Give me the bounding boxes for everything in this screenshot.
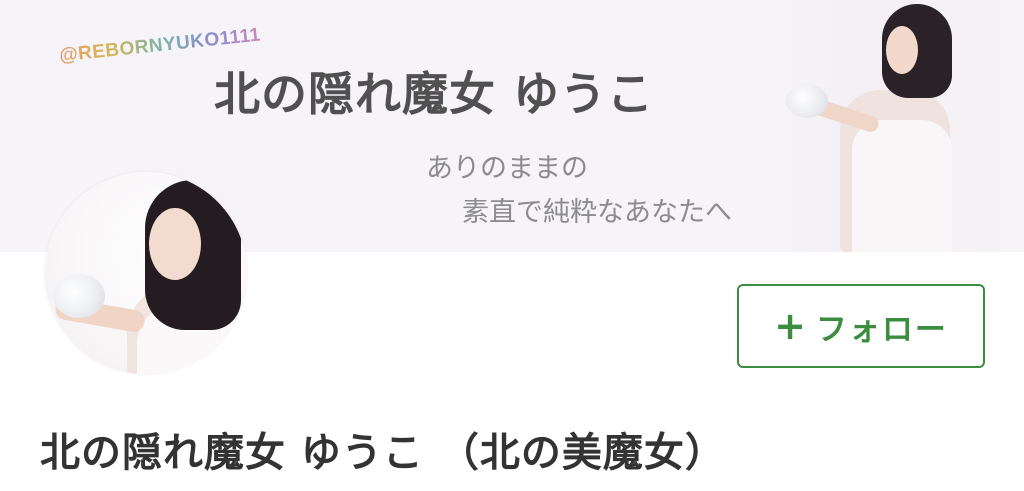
cover-title: 北の隠れ魔女 ゆうこ xyxy=(214,67,655,121)
avatar-crystal-orb-icon xyxy=(53,274,105,318)
avatar[interactable] xyxy=(45,172,247,374)
cover-tagline-line2: 素直で純粋なあなたへ xyxy=(462,197,732,228)
plus-icon: + xyxy=(774,304,806,348)
cover-figure-face xyxy=(886,26,918,74)
follow-button[interactable]: + フォロー xyxy=(737,284,985,368)
crystal-orb-icon xyxy=(786,84,828,118)
profile-name: 北の隠れ魔女 ゆうこ （北の美魔女） xyxy=(40,430,726,476)
avatar-figure-face xyxy=(149,208,201,280)
cover-tagline-line1: ありのままの xyxy=(426,153,588,184)
cover-figure-dress xyxy=(852,120,952,252)
follow-button-label: フォロー xyxy=(815,311,948,348)
